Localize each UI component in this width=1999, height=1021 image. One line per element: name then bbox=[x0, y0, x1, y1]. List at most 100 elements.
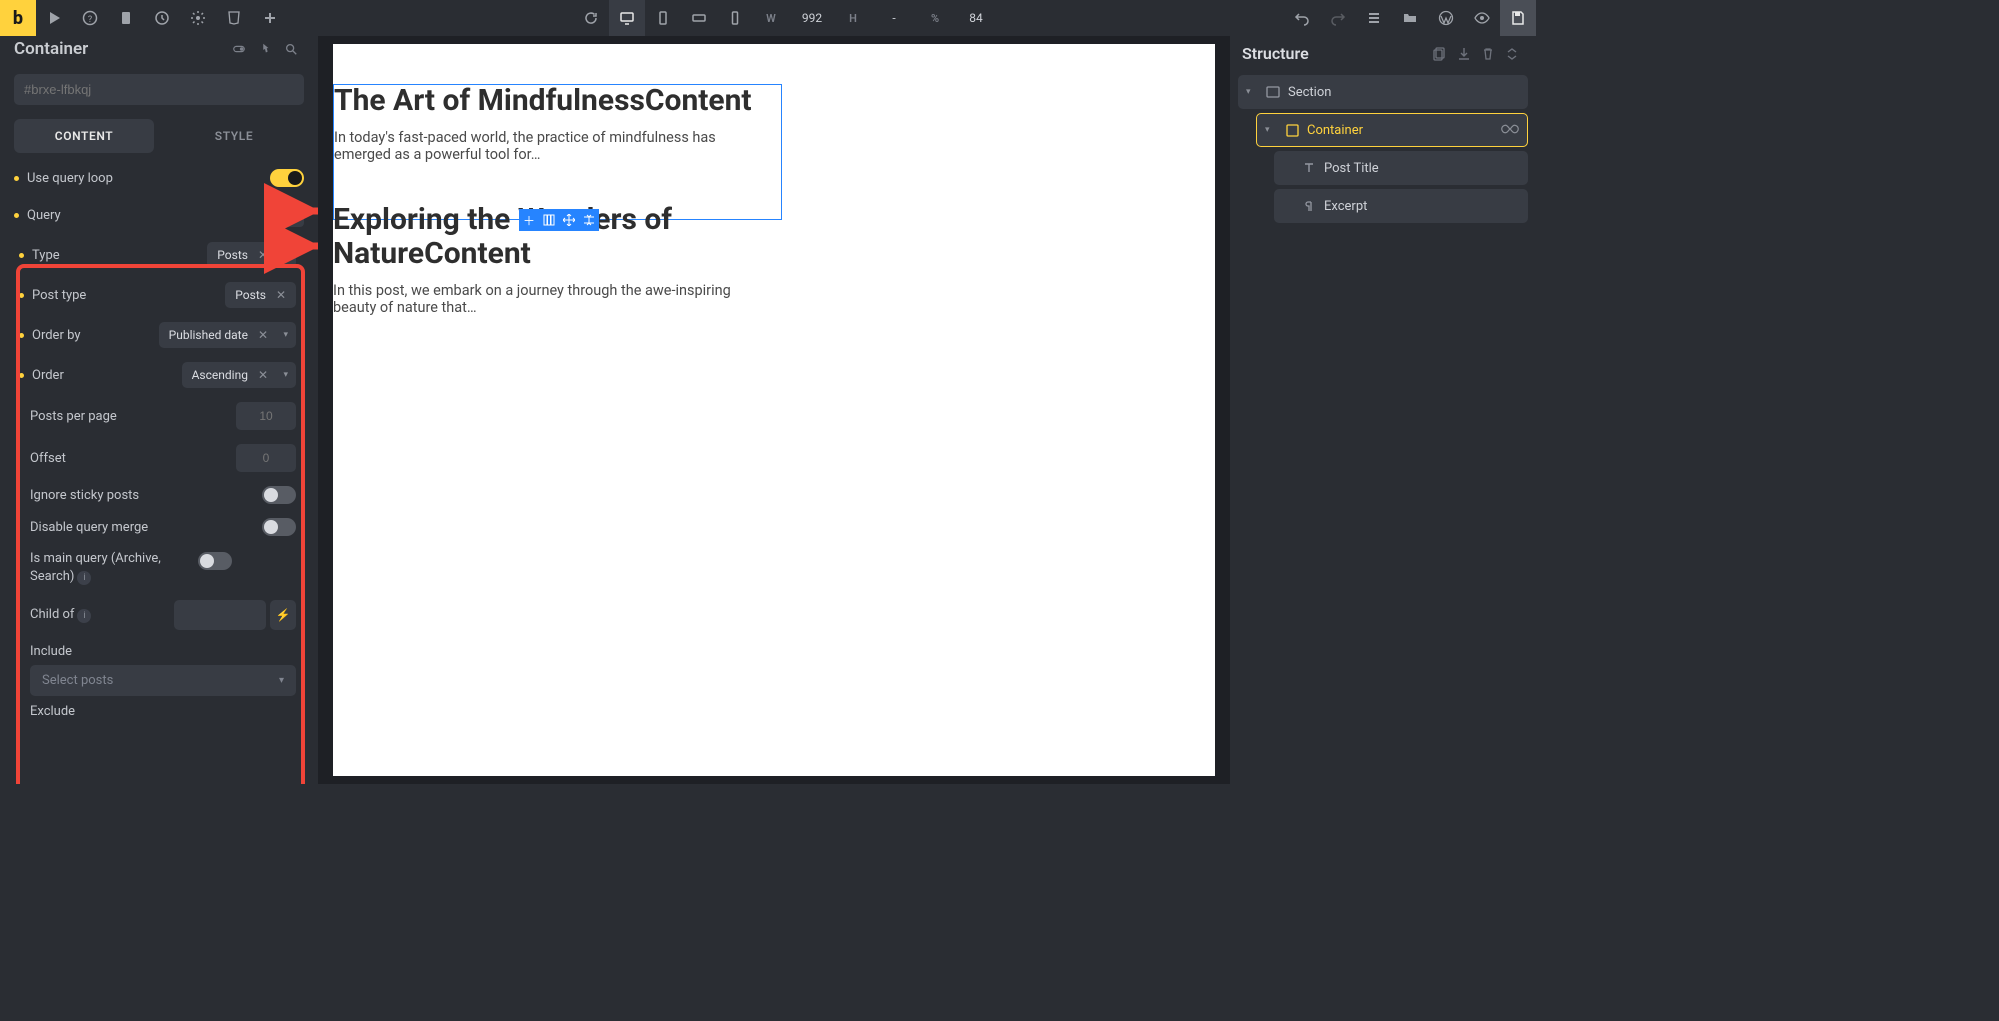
css-icon[interactable] bbox=[216, 0, 252, 36]
copy-icon[interactable] bbox=[1428, 47, 1452, 61]
import-icon[interactable] bbox=[1452, 47, 1476, 61]
canvas[interactable]: The Art of MindfulnessContent In today's… bbox=[333, 44, 1215, 776]
post-type-select[interactable]: Posts✕ bbox=[225, 282, 296, 308]
columns-icon[interactable] bbox=[539, 209, 559, 231]
include-placeholder: Select posts bbox=[42, 673, 113, 688]
clear-icon[interactable]: ✕ bbox=[258, 328, 268, 342]
post-excerpt[interactable]: In this post, we embark on a journey thr… bbox=[333, 282, 773, 316]
add-icon[interactable] bbox=[252, 0, 288, 36]
wordpress-icon[interactable] bbox=[1428, 0, 1464, 36]
posts-per-page-input[interactable] bbox=[236, 402, 296, 430]
order-row: Order Ascending✕▾ bbox=[0, 355, 318, 395]
order-select[interactable]: Ascending✕▾ bbox=[182, 362, 296, 388]
post-title[interactable]: The Art of MindfulnessContent bbox=[334, 84, 754, 119]
chevron-down-icon: ▾ bbox=[283, 330, 288, 340]
tablet-landscape-icon[interactable] bbox=[681, 0, 717, 36]
save-button[interactable] bbox=[1500, 0, 1536, 36]
include-select[interactable]: Select posts ▾ bbox=[30, 665, 296, 696]
post-item-0[interactable]: The Art of MindfulnessContent In today's… bbox=[333, 84, 1216, 163]
disable-merge-toggle[interactable] bbox=[262, 518, 296, 536]
offset-input[interactable] bbox=[236, 444, 296, 472]
exclude-label: Exclude bbox=[30, 704, 296, 719]
clear-icon[interactable]: ✕ bbox=[258, 248, 268, 262]
structure-panel: Structure ▾ Section ▾ Container Pos bbox=[1230, 36, 1536, 784]
zoom-value[interactable]: 84 bbox=[953, 0, 999, 36]
logo[interactable]: b bbox=[0, 0, 36, 36]
undo-icon[interactable] bbox=[1284, 0, 1320, 36]
move-icon[interactable] bbox=[559, 209, 579, 231]
tab-content[interactable]: CONTENT bbox=[14, 119, 154, 153]
ignore-sticky-toggle[interactable] bbox=[262, 486, 296, 504]
css-class-input[interactable] bbox=[14, 74, 304, 105]
child-of-row: Child ofi ⚡ bbox=[0, 593, 318, 637]
height-display: H - bbox=[835, 0, 917, 36]
section-icon bbox=[1264, 86, 1282, 98]
tree-section[interactable]: ▾ Section bbox=[1238, 75, 1528, 109]
desktop-icon[interactable] bbox=[609, 0, 645, 36]
height-value[interactable]: - bbox=[871, 0, 917, 36]
tree-excerpt[interactable]: Excerpt bbox=[1274, 189, 1528, 223]
history-icon[interactable] bbox=[144, 0, 180, 36]
clear-icon[interactable]: ✕ bbox=[258, 368, 268, 382]
post-excerpt[interactable]: In today's fast-paced world, the practic… bbox=[334, 129, 774, 163]
play-icon[interactable] bbox=[36, 0, 72, 36]
settings-icon[interactable] bbox=[180, 0, 216, 36]
use-query-loop-row: Use query loop bbox=[0, 161, 318, 195]
selection-toolbar: ＋ bbox=[519, 209, 599, 231]
paragraph-icon bbox=[1300, 200, 1318, 212]
posts-per-page-row: Posts per page bbox=[0, 395, 318, 437]
dynamic-data-icon[interactable]: ⚡ bbox=[270, 600, 296, 630]
add-inside-icon[interactable]: ＋ bbox=[519, 209, 539, 231]
info-icon[interactable]: i bbox=[77, 609, 91, 623]
structure-list-icon[interactable] bbox=[1356, 0, 1392, 36]
preview-icon[interactable] bbox=[1464, 0, 1500, 36]
query-type-row: Type Posts✕▾ bbox=[0, 235, 318, 275]
main-query-label: Is main query (Archive, Search)i bbox=[30, 550, 190, 586]
search-icon[interactable] bbox=[278, 36, 304, 62]
changed-indicator bbox=[14, 176, 19, 181]
tablet-portrait-icon[interactable] bbox=[645, 0, 681, 36]
main-query-toggle[interactable] bbox=[198, 552, 232, 570]
chevron-down-icon[interactable]: ▾ bbox=[1246, 87, 1262, 97]
canvas-area: The Art of MindfulnessContent In today's… bbox=[318, 36, 1230, 784]
changed-indicator bbox=[14, 213, 19, 218]
interactions-icon[interactable] bbox=[252, 36, 278, 62]
help-icon[interactable]: ? bbox=[72, 0, 108, 36]
post-item-1[interactable]: Exploring the Wonders of NatureContent I… bbox=[333, 203, 1215, 316]
mobile-icon[interactable] bbox=[717, 0, 753, 36]
tree-label: Excerpt bbox=[1324, 199, 1367, 214]
include-label: Include bbox=[30, 644, 296, 659]
delete-icon[interactable] bbox=[1476, 47, 1500, 61]
redo-icon[interactable] bbox=[1320, 0, 1356, 36]
order-by-select[interactable]: Published date✕▾ bbox=[159, 322, 296, 348]
type-label: Type bbox=[32, 248, 199, 263]
tree-container[interactable]: ▾ Container bbox=[1256, 113, 1528, 147]
text-icon bbox=[1300, 162, 1318, 174]
ignore-sticky-label: Ignore sticky posts bbox=[30, 488, 254, 503]
offset-label: Offset bbox=[30, 451, 228, 466]
loop-indicator-icon bbox=[1501, 122, 1519, 138]
disable-merge-row: Disable query merge bbox=[0, 511, 318, 543]
disable-merge-label: Disable query merge bbox=[30, 520, 254, 535]
stretch-icon[interactable] bbox=[579, 209, 599, 231]
reload-icon[interactable] bbox=[573, 0, 609, 36]
post-type-row: Post type Posts✕ bbox=[0, 275, 318, 315]
use-query-loop-toggle[interactable] bbox=[270, 169, 304, 187]
ignore-sticky-row: Ignore sticky posts bbox=[0, 479, 318, 511]
width-value[interactable]: 992 bbox=[789, 0, 835, 36]
expand-icon[interactable] bbox=[1500, 47, 1524, 61]
pages-icon[interactable] bbox=[108, 0, 144, 36]
tab-style[interactable]: STYLE bbox=[164, 119, 304, 153]
post-type-label: Post type bbox=[32, 288, 217, 303]
query-loop-icon[interactable] bbox=[280, 203, 304, 227]
type-select[interactable]: Posts✕▾ bbox=[207, 242, 296, 268]
info-icon[interactable]: i bbox=[77, 571, 91, 585]
child-of-input[interactable] bbox=[174, 600, 266, 630]
clear-icon[interactable]: ✕ bbox=[276, 288, 286, 302]
svg-text:?: ? bbox=[88, 15, 92, 25]
chevron-down-icon[interactable]: ▾ bbox=[1265, 125, 1281, 135]
height-label: H bbox=[835, 0, 871, 36]
toggle-a-icon[interactable] bbox=[226, 36, 252, 62]
tree-post-title[interactable]: Post Title bbox=[1274, 151, 1528, 185]
folder-icon[interactable] bbox=[1392, 0, 1428, 36]
